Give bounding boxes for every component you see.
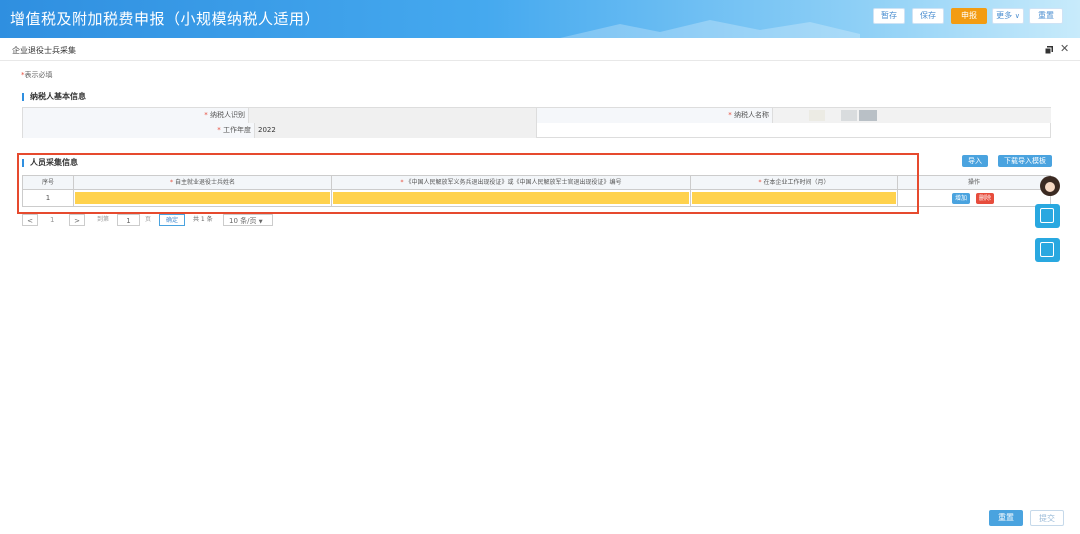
top-header: 增值税及附加税费申报（小规模纳税人适用） 暂存 保存 申报 更多 ∨ 重置 (0, 0, 1080, 38)
restore-window-icon[interactable] (1045, 46, 1053, 54)
delete-row-button[interactable]: 删除 (976, 193, 994, 204)
page-size-select[interactable]: 10 条/页 ▼ (223, 214, 273, 226)
reset-button-top[interactable]: 重置 (1029, 8, 1063, 24)
taxpayer-id-value (249, 108, 537, 123)
goto-confirm-button[interactable]: 确定 (159, 214, 185, 226)
goto-prefix: 到第 (97, 216, 110, 223)
chevron-down-icon: ∨ (1014, 12, 1020, 20)
caret-down-icon: ▼ (258, 219, 263, 225)
work-year-value: 2022 (255, 123, 537, 138)
form-name: 企业退役士兵采集 (12, 46, 76, 55)
basic-info-row: * 纳税人识别 * 纳税人名称 (23, 108, 1051, 123)
form-subheader: 企业退役士兵采集 ✕ (0, 38, 1080, 61)
goto-page-input[interactable]: 1 (117, 214, 140, 226)
total-count: 共 1 条 (193, 216, 213, 223)
mountain-decoration (560, 20, 860, 38)
page-number[interactable]: 1 (50, 214, 58, 226)
prev-page-button[interactable]: < (22, 214, 38, 226)
reset-button[interactable]: 重置 (989, 510, 1023, 526)
assistant-icon[interactable] (1035, 204, 1060, 228)
action-cell: 增加 删除 (898, 190, 1050, 206)
declare-button[interactable]: 申报 (951, 8, 987, 24)
work-year-label: * 工作年度 (23, 123, 255, 138)
basic-info-row: * 工作年度 2022 (23, 123, 1050, 138)
assistant-icon[interactable] (1035, 238, 1060, 262)
taxpayer-name-label: * 纳税人名称 (537, 108, 773, 123)
required-note: *表示必填 (21, 70, 53, 80)
required-note-text: 表示必填 (24, 71, 53, 79)
import-button[interactable]: 导入 (962, 155, 988, 167)
add-row-button[interactable]: 增加 (952, 193, 970, 204)
goto-suffix: 页 (145, 216, 152, 223)
assistant-avatar-icon[interactable] (1040, 176, 1060, 196)
redaction-block (841, 110, 857, 121)
download-template-button[interactable]: 下载导入模板 (998, 155, 1052, 167)
redaction-block (859, 110, 877, 121)
empty-cell (537, 123, 1051, 138)
temp-save-button[interactable]: 暂存 (873, 8, 905, 24)
more-label: 更多 (996, 11, 1013, 20)
col-action-header: 操作 (967, 179, 980, 186)
more-button[interactable]: 更多 ∨ (992, 8, 1024, 24)
taxpayer-name-value (773, 108, 1051, 123)
redaction-block (809, 110, 825, 121)
page-size-value: 10 条/页 (229, 217, 257, 225)
save-button[interactable]: 保存 (912, 8, 944, 24)
taxpayer-id-label: * 纳税人识别 (23, 108, 249, 123)
page-title: 增值税及附加税费申报（小规模纳税人适用） (10, 10, 321, 28)
basic-info-table: * 纳税人识别 * 纳税人名称 * 工作年度 2022 (22, 107, 1051, 138)
submit-button[interactable]: 提交 (1030, 510, 1064, 526)
close-icon[interactable]: ✕ (1060, 42, 1069, 55)
next-page-button[interactable]: > (69, 214, 85, 226)
highlight-frame (17, 153, 919, 214)
basic-info-title: 纳税人基本信息 (22, 93, 86, 101)
